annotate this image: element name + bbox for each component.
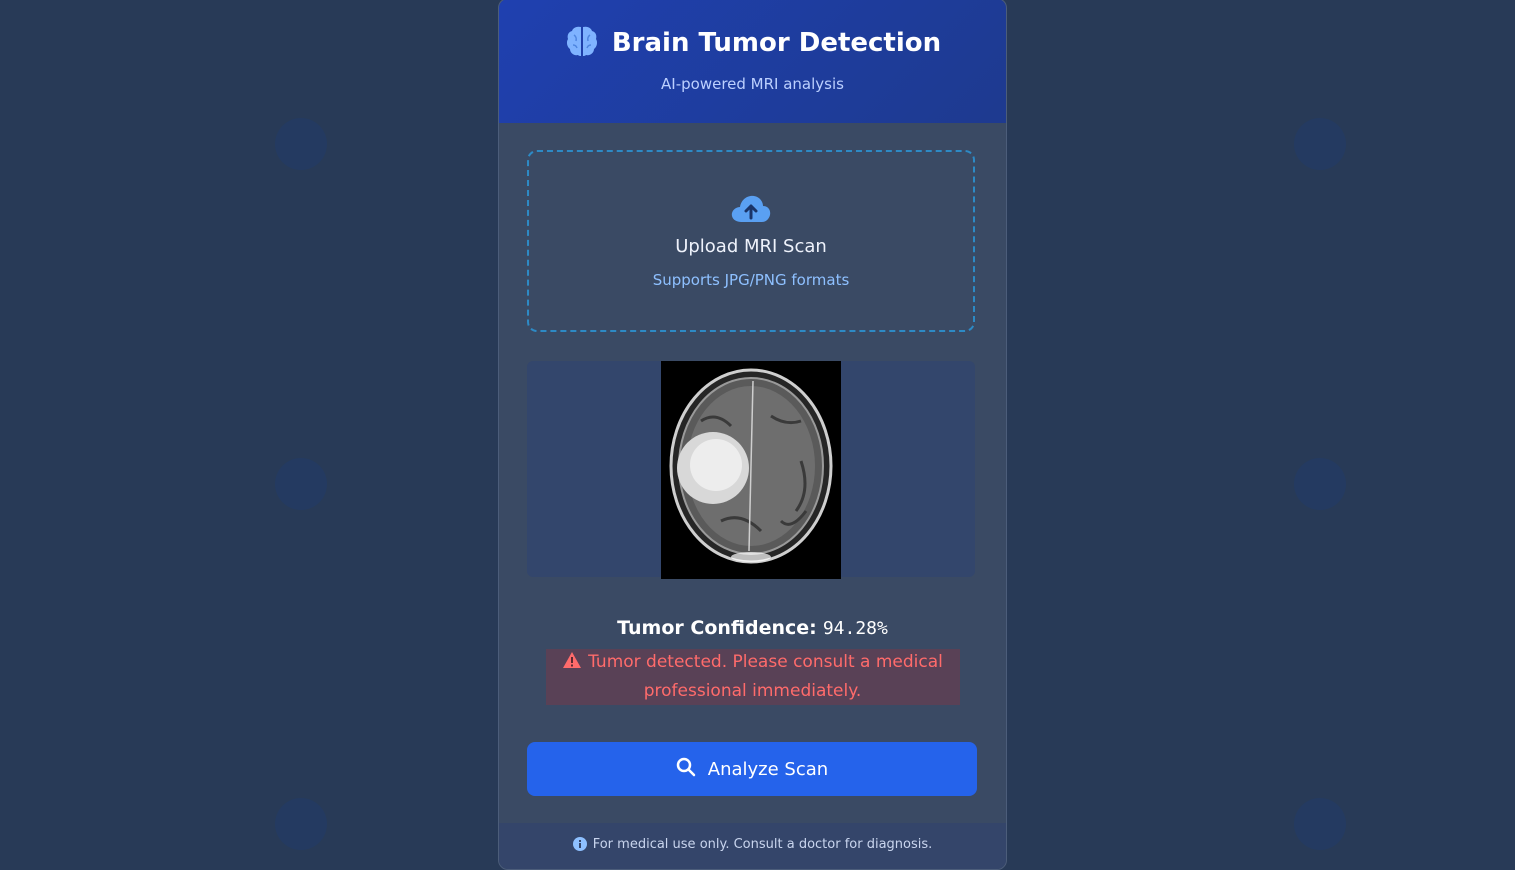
title-row: Brain Tumor Detection	[499, 23, 1006, 63]
background-dot	[1294, 458, 1346, 510]
footer-note: For medical use only. Consult a doctor f…	[499, 823, 1006, 869]
confidence-row: Tumor Confidence: 94.28%	[499, 617, 1006, 639]
result-section: Tumor Confidence: 94.28% Tumor detected.…	[499, 617, 1006, 705]
background-dot	[275, 118, 327, 170]
detection-card: Brain Tumor Detection AI-powered MRI ana…	[498, 0, 1007, 870]
image-preview	[527, 361, 975, 577]
analyze-scan-button[interactable]: Analyze Scan	[527, 742, 977, 796]
card-header: Brain Tumor Detection AI-powered MRI ana…	[499, 0, 1006, 123]
cloud-upload-icon	[729, 192, 773, 228]
background-dot	[275, 798, 327, 850]
background-dot	[275, 458, 327, 510]
upload-title: Upload MRI Scan	[529, 236, 973, 257]
background-dot	[1294, 118, 1346, 170]
upload-subtitle: Supports JPG/PNG formats	[529, 271, 973, 289]
alert-text: Tumor detected. Please consult a medical…	[588, 652, 943, 701]
brain-mri-scan	[661, 361, 841, 579]
confidence-value: 94.28%	[823, 618, 888, 639]
confidence-label: Tumor Confidence:	[617, 617, 817, 639]
brain-icon	[564, 23, 600, 63]
info-icon	[573, 837, 587, 855]
analyze-label: Analyze Scan	[708, 759, 828, 780]
tumor-alert: Tumor detected. Please consult a medical…	[546, 649, 960, 705]
page-subtitle: AI-powered MRI analysis	[499, 75, 1006, 93]
footer-text: For medical use only. Consult a doctor f…	[593, 837, 933, 852]
upload-dropzone[interactable]: Upload MRI Scan Supports JPG/PNG formats	[527, 150, 975, 332]
warning-icon	[562, 651, 582, 678]
search-icon	[676, 757, 696, 782]
page-title: Brain Tumor Detection	[612, 28, 941, 58]
background-dot	[1294, 798, 1346, 850]
